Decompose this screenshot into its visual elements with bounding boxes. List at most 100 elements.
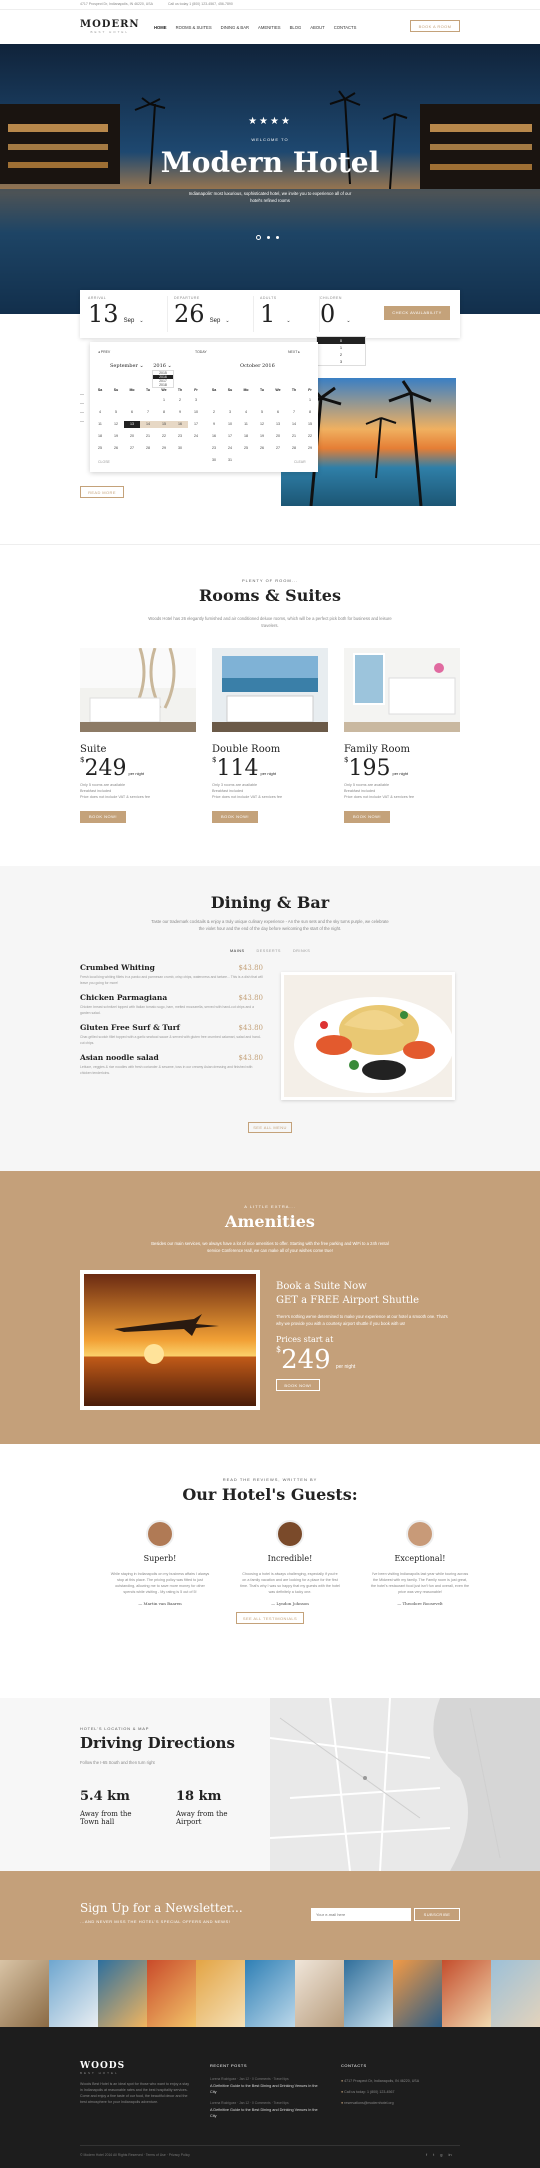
- calendar-day[interactable]: 5: [108, 409, 124, 416]
- twitter-icon[interactable]: t: [433, 2152, 434, 2157]
- nav-item-contacts[interactable]: CONTACTS: [334, 25, 357, 30]
- linkedin-icon[interactable]: in: [448, 2152, 451, 2157]
- nav-item-about[interactable]: ABOUT: [310, 25, 324, 30]
- about-read-more-button[interactable]: READ MORE: [80, 486, 124, 498]
- calendar-day[interactable]: 27: [270, 445, 286, 452]
- calendar-clear-button[interactable]: CLEAR: [294, 460, 306, 464]
- calendar-day[interactable]: 14: [286, 421, 302, 428]
- gallery-photo[interactable]: [490, 1960, 540, 2027]
- logo[interactable]: MODERN BEST HOTEL: [80, 19, 140, 34]
- calendar-day[interactable]: 20: [270, 433, 286, 440]
- footer-post-1-title[interactable]: A Definitive Guide to the Best Dining an…: [210, 2083, 322, 2095]
- calendar-day[interactable]: 12: [108, 421, 124, 428]
- calendar-day[interactable]: 29: [302, 445, 318, 452]
- calendar-day[interactable]: 24: [188, 433, 204, 440]
- calendar-day[interactable]: 30: [206, 457, 222, 464]
- calendar-day[interactable]: 9: [172, 409, 188, 416]
- check-availability-button[interactable]: CHECK AVAILABILITY: [384, 306, 450, 320]
- gallery-photo[interactable]: [343, 1960, 393, 2027]
- calendar-day[interactable]: 27: [124, 445, 140, 452]
- room-name[interactable]: Family Room: [344, 744, 460, 755]
- children-option-0[interactable]: 0: [317, 337, 365, 344]
- calendar-day[interactable]: 22: [302, 433, 318, 440]
- room-name[interactable]: Double Room: [212, 744, 328, 755]
- calendar-left-month[interactable]: September: [110, 363, 138, 369]
- nav-item-dining-bar[interactable]: DINING & BAR: [221, 25, 249, 30]
- calendar-day[interactable]: 21: [140, 433, 156, 440]
- calendar-day[interactable]: 25: [92, 445, 108, 452]
- calendar-day[interactable]: 23: [206, 445, 222, 452]
- gallery-photo[interactable]: [392, 1960, 442, 2027]
- map[interactable]: [270, 1698, 540, 1871]
- calendar-day[interactable]: 12: [254, 421, 270, 428]
- tab-desserts[interactable]: DESSERTS: [257, 949, 281, 953]
- subscribe-button[interactable]: SUBSCRIBE: [414, 1908, 460, 1921]
- google-icon[interactable]: g: [440, 2152, 442, 2157]
- calendar-day[interactable]: 1: [156, 397, 172, 404]
- calendar-day[interactable]: 4: [92, 409, 108, 416]
- footer-contact-email-text[interactable]: reservations@modernhotel.org: [344, 2101, 393, 2105]
- room-name[interactable]: Suite: [80, 744, 196, 755]
- calendar-day[interactable]: 25: [238, 445, 254, 452]
- menu-item-name[interactable]: Chicken Parmagiana: [80, 993, 167, 1002]
- calendar-prev-button[interactable]: ◂ PREV: [98, 350, 110, 354]
- calendar-day[interactable]: 2: [172, 397, 188, 404]
- room-image[interactable]: [344, 648, 460, 732]
- calendar-day[interactable]: 9: [206, 421, 222, 428]
- calendar-day[interactable]: 18: [92, 433, 108, 440]
- facebook-icon[interactable]: f: [426, 2152, 427, 2157]
- gallery-photo[interactable]: [0, 1960, 50, 2027]
- calendar-day[interactable]: 15: [156, 421, 172, 428]
- children-option-1[interactable]: 1: [317, 344, 365, 351]
- calendar-day[interactable]: 3: [188, 397, 204, 404]
- calendar-day[interactable]: 17: [188, 421, 204, 428]
- calendar-day[interactable]: 30: [172, 445, 188, 452]
- calendar-day[interactable]: 20: [124, 433, 140, 440]
- gallery-photo[interactable]: [98, 1960, 148, 2027]
- nav-item-amenities[interactable]: AMENITIES: [258, 25, 281, 30]
- slider-dot-1[interactable]: [256, 235, 261, 240]
- calendar-day[interactable]: 16: [206, 433, 222, 440]
- calendar-day[interactable]: 8: [302, 409, 318, 416]
- calendar-day[interactable]: 31: [222, 457, 238, 464]
- calendar-day[interactable]: 8: [156, 409, 172, 416]
- calendar-left-year[interactable]: 2016: [153, 363, 166, 369]
- calendar-day[interactable]: 15: [302, 421, 318, 428]
- room-image[interactable]: [212, 648, 328, 732]
- tab-drinks[interactable]: DRINKS: [293, 949, 310, 953]
- calendar-day[interactable]: 11: [238, 421, 254, 428]
- calendar-today-button[interactable]: TODAY: [195, 350, 207, 354]
- calendar-day[interactable]: 11: [92, 421, 108, 428]
- calendar-day[interactable]: 24: [222, 445, 238, 452]
- gallery-photo[interactable]: [245, 1960, 295, 2027]
- calendar-day[interactable]: 1: [302, 397, 318, 404]
- calendar-day[interactable]: 10: [222, 421, 238, 428]
- calendar-day[interactable]: 4: [238, 409, 254, 416]
- calendar-day[interactable]: 5: [254, 409, 270, 416]
- amenities-book-button[interactable]: BOOK NOW!: [276, 1379, 320, 1391]
- children-field[interactable]: CHILDREN 0 ⌄: [320, 296, 376, 332]
- gallery-photo[interactable]: [147, 1960, 197, 2027]
- calendar-day[interactable]: 13: [270, 421, 286, 428]
- gallery-photo[interactable]: [196, 1960, 246, 2027]
- calendar-day[interactable]: 16: [172, 421, 188, 428]
- calendar-day[interactable]: 2: [206, 409, 222, 416]
- book-room-button[interactable]: BOOK A ROOM: [410, 20, 460, 32]
- slider-dot-2[interactable]: [267, 236, 270, 239]
- calendar-day[interactable]: 26: [254, 445, 270, 452]
- see-all-testimonials-button[interactable]: SEE ALL TESTIMONIALS: [236, 1612, 304, 1624]
- calendar-day[interactable]: 7: [140, 409, 156, 416]
- departure-field[interactable]: DEPARTURE 26 Sep ⌄: [174, 296, 254, 332]
- calendar-day[interactable]: 19: [108, 433, 124, 440]
- children-option-2[interactable]: 2: [317, 351, 365, 358]
- footer-post-2-title[interactable]: A Definitive Guide to the Best Dining an…: [210, 2107, 322, 2119]
- calendar-day[interactable]: 6: [270, 409, 286, 416]
- gallery-photo[interactable]: [294, 1960, 344, 2027]
- menu-item-name[interactable]: Gluten Free Surf & Turf: [80, 1023, 180, 1032]
- calendar-day[interactable]: 10: [188, 409, 204, 416]
- menu-item-name[interactable]: Crumbed Whiting: [80, 963, 155, 972]
- nav-item-blog[interactable]: BLOG: [290, 25, 302, 30]
- nav-item-rooms-suites[interactable]: ROOMS & SUITES: [176, 25, 212, 30]
- footer-logo[interactable]: WOODS BEST HOTEL: [80, 2061, 125, 2075]
- adults-field[interactable]: ADULTS 1 ⌄: [260, 296, 320, 332]
